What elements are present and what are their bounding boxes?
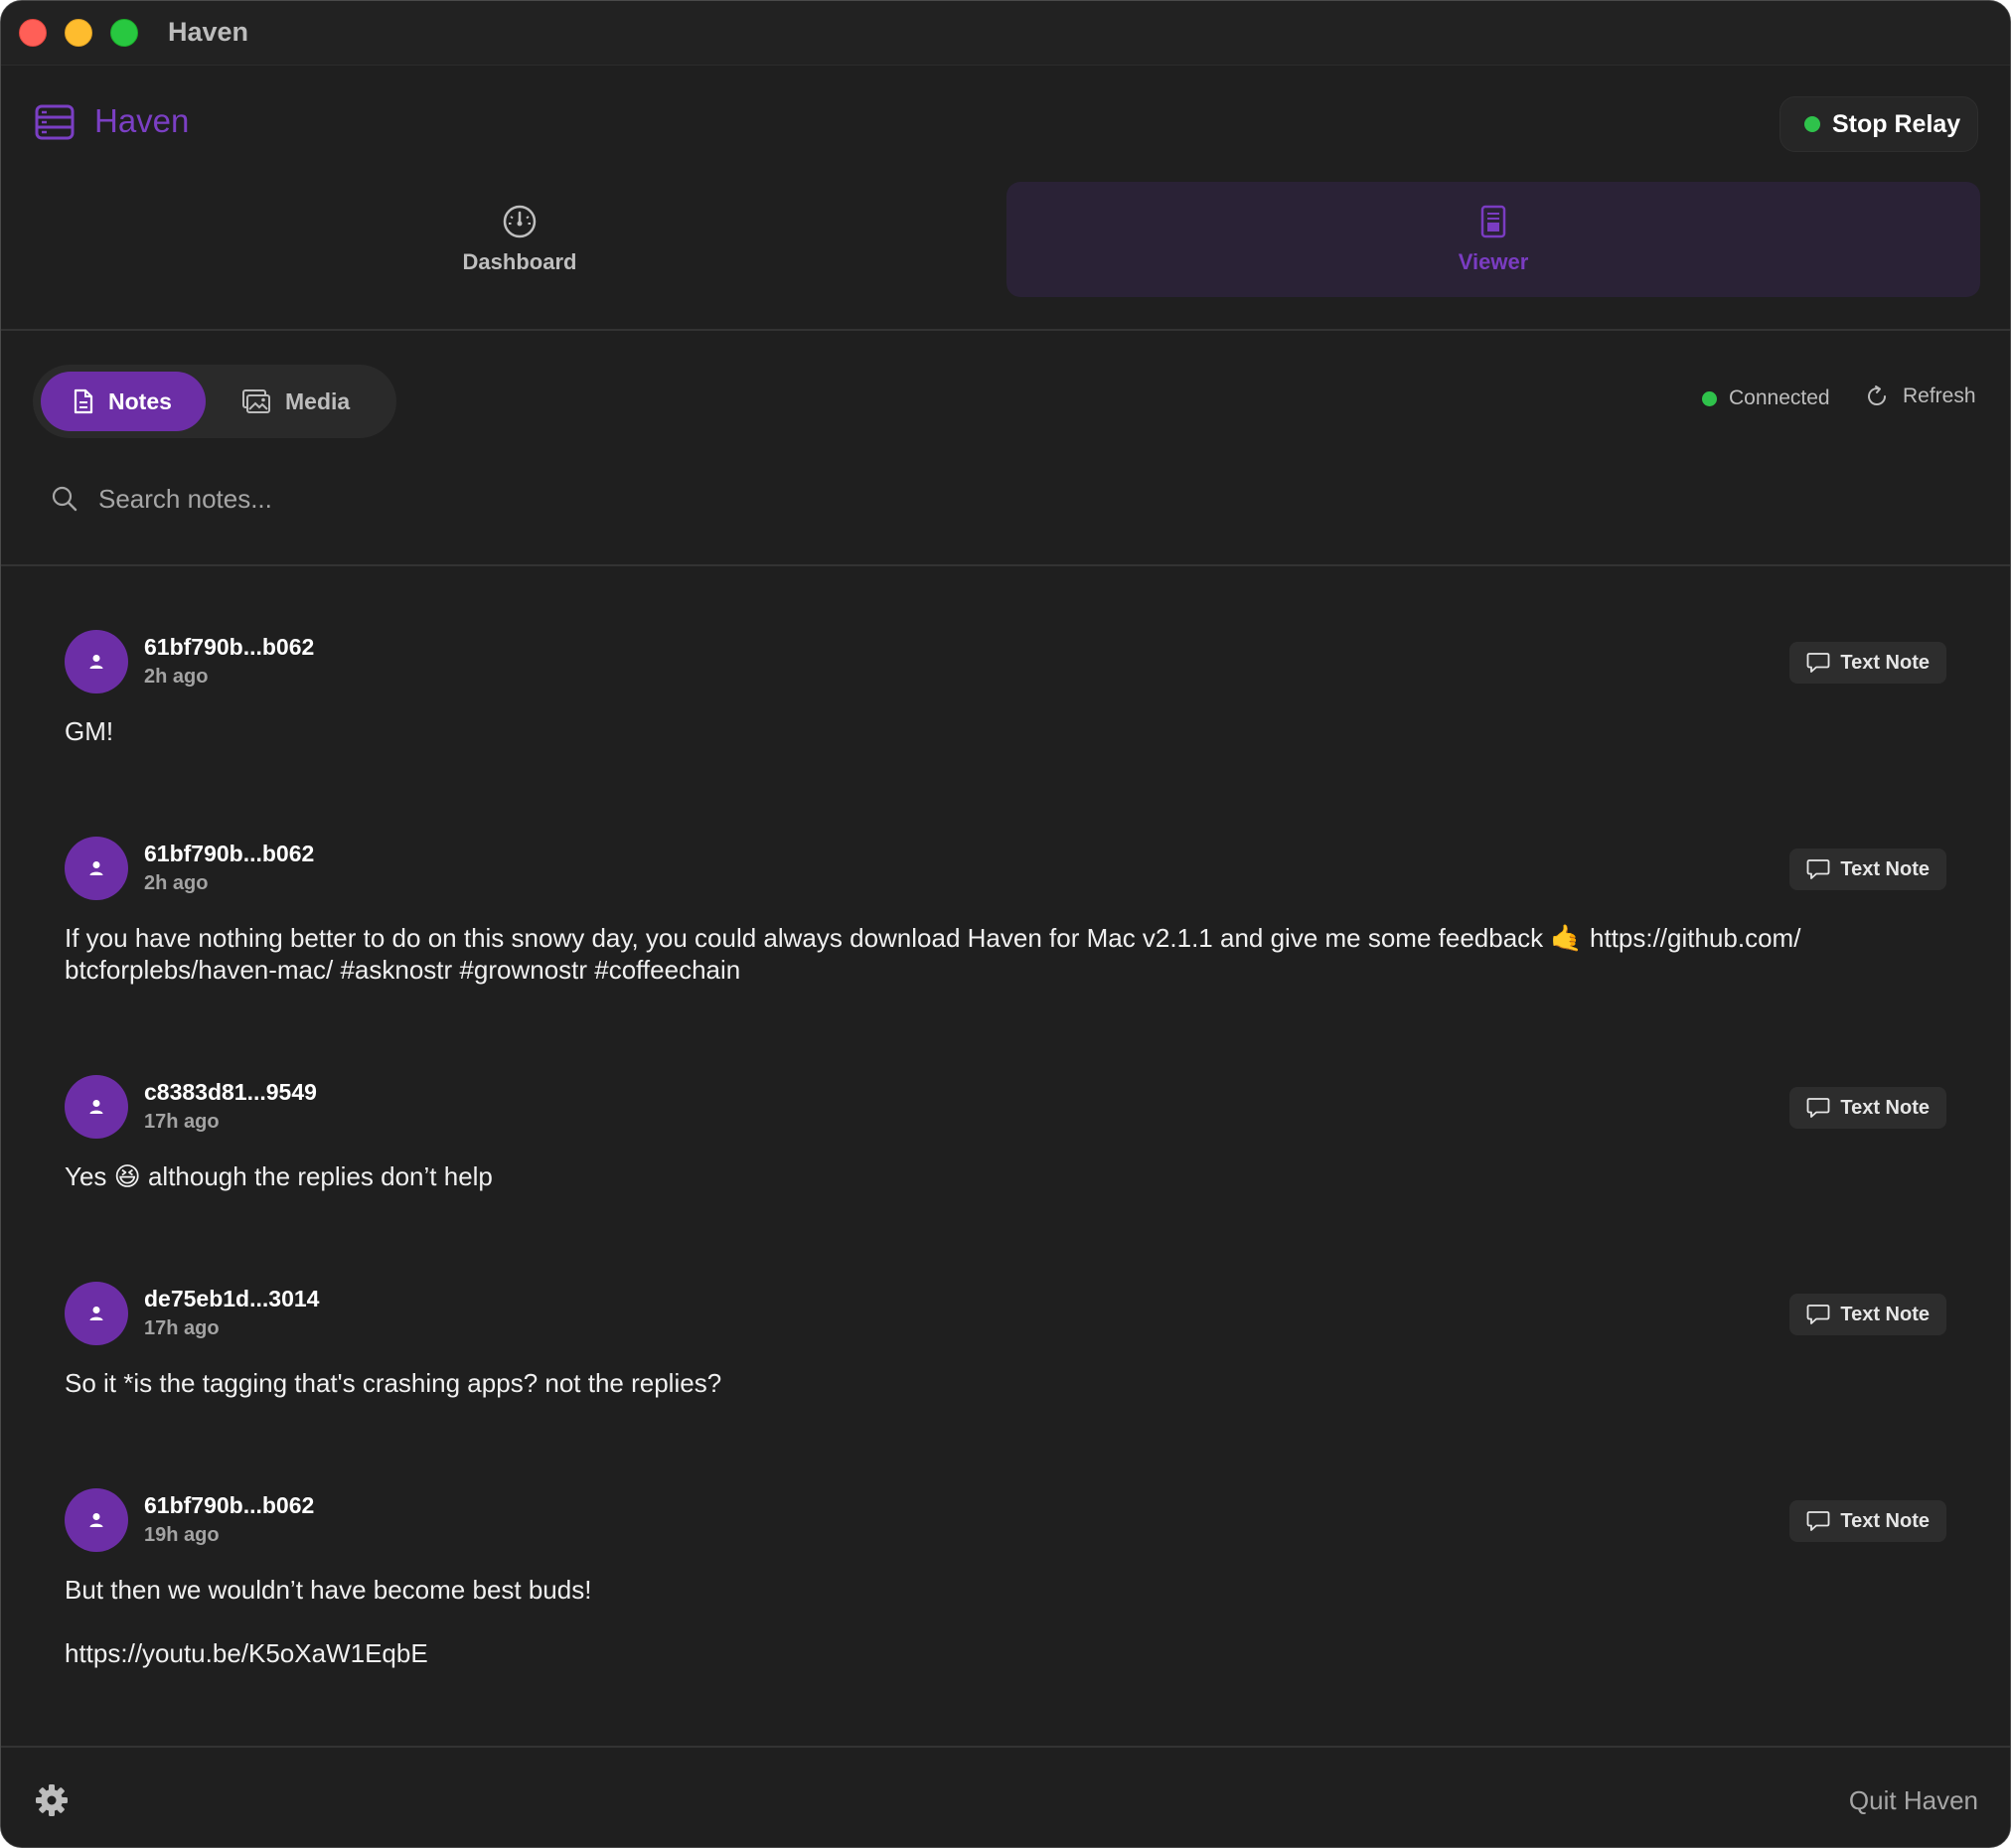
segment-notes[interactable]: Notes [41,372,206,431]
note-kind-label: Text Note [1840,1303,1930,1325]
minimize-window-button[interactable] [65,19,92,47]
connection-status-label: Connected [1729,386,1830,409]
gear-icon[interactable] [35,1783,69,1817]
note-time: 2h ago [144,872,209,894]
tab-dashboard[interactable]: Dashboard [33,182,1006,297]
avatar[interactable] [65,1488,128,1552]
person-icon [89,1100,103,1114]
person-icon [89,1307,103,1320]
speech-bubble-icon [1806,1305,1830,1324]
stop-relay-label: Stop Relay [1832,109,1961,138]
segment-notes-label: Notes [108,387,172,414]
notes-media-segmented-control: Notes Media [33,365,396,438]
header-divider [1,329,2010,331]
refresh-button[interactable]: Refresh [1865,385,1976,408]
note-content: If you have nothing better to do on this… [65,923,1801,985]
connection-status: Connected [1702,386,1830,410]
note-kind-badge: Text Note [1789,1500,1946,1542]
zoom-window-button[interactable] [110,19,138,47]
note-author[interactable]: c8383d81...9549 [144,1079,317,1106]
stop-relay-button[interactable]: Stop Relay [1779,96,1978,152]
note-content: Yes 😆 although the replies don’t help [65,1161,493,1191]
avatar[interactable] [65,630,128,693]
note-kind-label: Text Note [1840,1509,1930,1532]
speech-bubble-icon [1806,1511,1830,1531]
note-kind-label: Text Note [1840,857,1930,880]
person-icon [89,1513,103,1527]
note-kind-badge: Text Note [1789,1087,1946,1129]
tab-dashboard-label: Dashboard [462,249,577,274]
note-author[interactable]: 61bf790b...b062 [144,1492,314,1519]
speech-bubble-icon [1806,859,1830,879]
gauge-icon [503,205,537,238]
search-input[interactable] [96,482,895,516]
tab-viewer[interactable]: Viewer [1006,182,1980,297]
note-kind-label: Text Note [1840,651,1930,674]
quit-button[interactable]: Quit Haven [1849,1785,1978,1816]
person-icon [89,655,103,669]
note-kind-badge: Text Note [1789,848,1946,890]
tab-viewer-label: Viewer [1458,249,1529,274]
relay-status-dot [1804,116,1820,132]
note-time: 17h ago [144,1111,220,1133]
note-kind-badge: Text Note [1789,642,1946,684]
note-kind-label: Text Note [1840,1096,1930,1119]
photos-icon [242,389,270,413]
refresh-label: Refresh [1903,385,1976,407]
note-time: 19h ago [144,1524,220,1546]
notes-feed[interactable]: 61bf790b...b062 2h ago Text Note GM! 61b… [1,566,2010,1746]
note-time: 2h ago [144,666,209,688]
note-author[interactable]: de75eb1d...3014 [144,1286,319,1312]
connection-status-dot [1702,390,1717,406]
close-window-button[interactable] [19,19,47,47]
segment-media[interactable]: Media [228,372,387,431]
bottom-bar: Quit Haven [1,1746,2010,1847]
speech-bubble-icon [1806,1098,1830,1118]
note-author[interactable]: 61bf790b...b062 [144,841,314,867]
avatar[interactable] [65,1282,128,1345]
window-title: Haven [168,17,249,47]
note-content: But then we wouldn’t have become best bu… [65,1575,592,1668]
avatar[interactable] [65,837,128,900]
app-title: Haven [94,102,190,139]
note-time: 17h ago [144,1317,220,1339]
app-window: Haven Haven Stop Relay Dashboard Viewer … [0,0,2011,1848]
document-icon [1480,205,1506,238]
document-icon [74,388,93,414]
title-bar: Haven [1,1,2010,66]
note-author[interactable]: 61bf790b...b062 [144,634,314,661]
server-rack-icon [35,104,75,140]
search-icon [52,486,77,512]
note-content: So it *is the tagging that's crashing ap… [65,1368,722,1398]
note-kind-badge: Text Note [1789,1294,1946,1335]
person-icon [89,861,103,875]
refresh-icon [1868,385,1887,405]
note-content: GM! [65,716,114,746]
avatar[interactable] [65,1075,128,1139]
speech-bubble-icon [1806,653,1830,673]
segment-media-label: Media [285,387,351,414]
search-bar [51,476,945,522]
